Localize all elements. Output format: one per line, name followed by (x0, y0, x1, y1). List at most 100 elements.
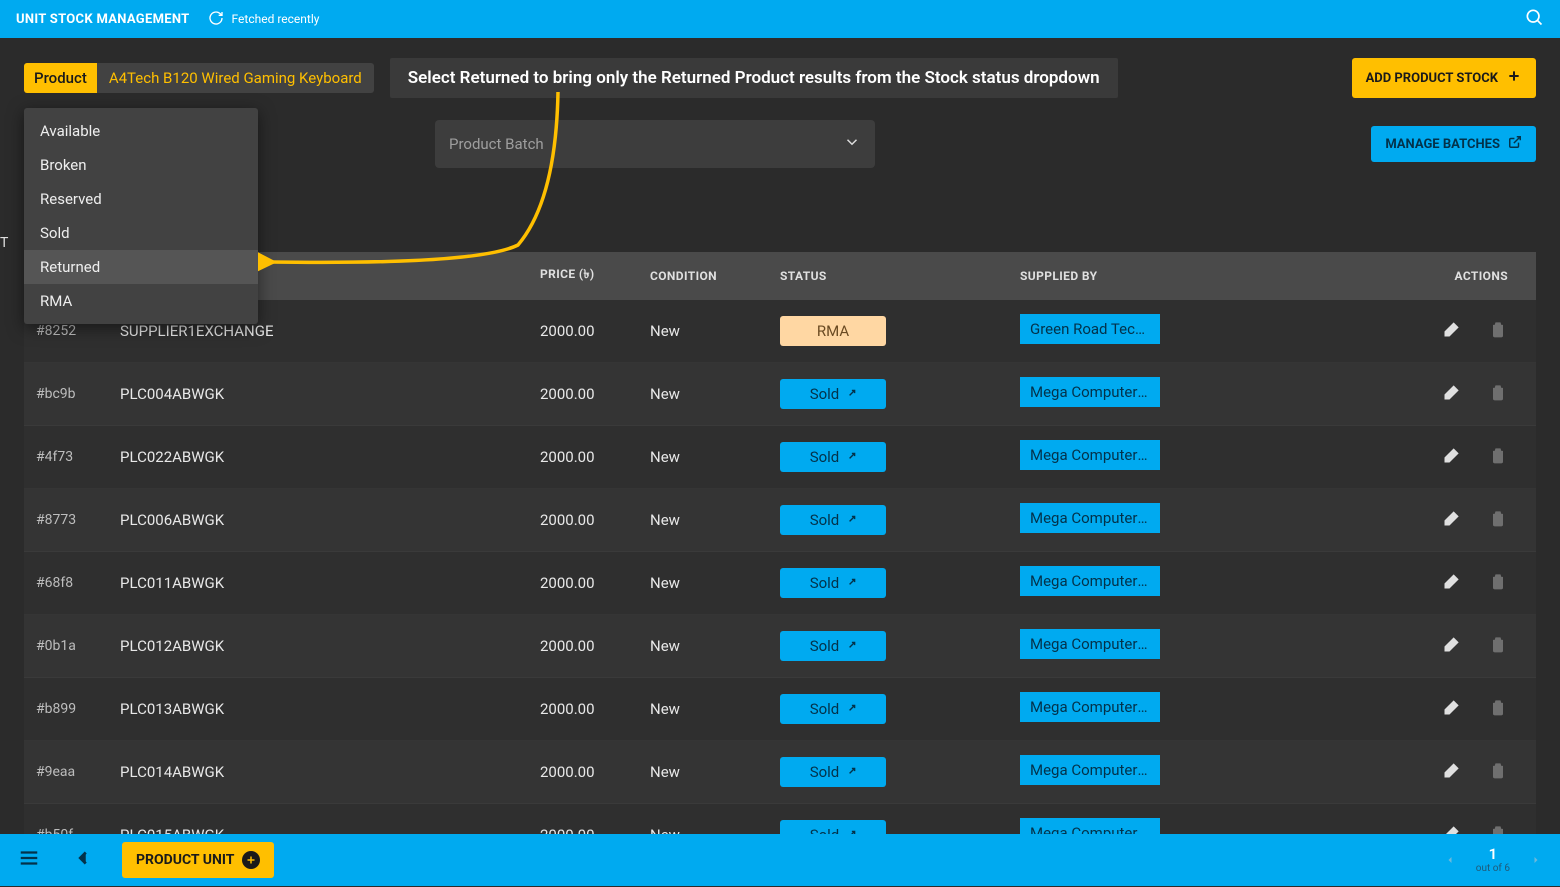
supplier-badge[interactable]: Mega Computer S... (1020, 440, 1160, 470)
edit-button[interactable] (1442, 571, 1462, 591)
status-option-sold[interactable]: Sold (24, 216, 258, 250)
pencil-icon (1442, 508, 1462, 528)
trash-icon (1488, 445, 1508, 465)
edit-button[interactable] (1442, 382, 1462, 402)
edit-button[interactable] (1442, 760, 1462, 780)
supplier-badge[interactable]: Mega Computer S... (1020, 629, 1160, 659)
delete-button[interactable] (1488, 634, 1508, 654)
delete-button[interactable] (1488, 571, 1508, 591)
supplier-badge[interactable]: Mega Computer S... (1020, 503, 1160, 533)
search-button[interactable] (1524, 7, 1544, 31)
edit-button[interactable] (1442, 697, 1462, 717)
search-icon (1524, 16, 1544, 31)
status-option-reserved[interactable]: Reserved (24, 182, 258, 216)
status-badge[interactable]: Sold (780, 442, 886, 472)
row-status: Sold (770, 615, 1010, 678)
row-actions (1290, 300, 1536, 363)
supplier-badge[interactable]: Green Road Tech... (1020, 314, 1160, 344)
supplier-badge[interactable]: Mega Computer S... (1020, 755, 1160, 785)
product-batch-select[interactable]: Product Batch (435, 120, 875, 168)
row-serial: PLC004ABWGK (110, 363, 510, 426)
delete-button[interactable] (1488, 697, 1508, 717)
product-chip-value: A4Tech B120 Wired Gaming Keyboard (97, 63, 374, 93)
status-badge[interactable]: Sold (780, 505, 886, 535)
topbar: UNIT STOCK MANAGEMENT Fetched recently (0, 0, 1560, 38)
status-badge[interactable]: Sold (780, 379, 886, 409)
row-supplier: Mega Computer S... (1010, 615, 1290, 678)
row-actions (1290, 678, 1536, 741)
delete-button[interactable] (1488, 760, 1508, 780)
bottombar: PRODUCT UNIT 1 out of 6 (0, 834, 1560, 886)
row-price: 2000.00 (510, 426, 640, 489)
page-indicator: 1 out of 6 (1476, 846, 1510, 874)
status-option-available[interactable]: Available (24, 114, 258, 148)
trash-icon (1488, 382, 1508, 402)
back-button[interactable] (72, 847, 94, 873)
row-price: 2000.00 (510, 552, 640, 615)
row-price: 2000.00 (510, 300, 640, 363)
stock-table: PRICE (৳) CONDITION STATUS SUPPLIED BY A… (24, 252, 1536, 867)
menu-button[interactable] (18, 847, 40, 873)
row-status: Sold (770, 552, 1010, 615)
row-serial: PLC006ABWGK (110, 489, 510, 552)
row-condition: New (640, 741, 770, 804)
delete-button[interactable] (1488, 319, 1508, 339)
page-next[interactable] (1530, 851, 1542, 870)
pencil-icon (1442, 319, 1462, 339)
pencil-icon (1442, 634, 1462, 654)
status-badge[interactable]: Sold (780, 631, 886, 661)
table-row: #8773 PLC006ABWGK 2000.00 New Sold Mega … (24, 489, 1536, 552)
product-unit-button[interactable]: PRODUCT UNIT (122, 842, 274, 878)
row-id: #bc9b (24, 363, 110, 426)
table-row: #b899 PLC013ABWGK 2000.00 New Sold Mega … (24, 678, 1536, 741)
row-actions (1290, 489, 1536, 552)
plus-circle-icon (242, 851, 260, 869)
page-prev[interactable] (1444, 851, 1456, 870)
table-row: #68f8 PLC011ABWGK 2000.00 New Sold Mega … (24, 552, 1536, 615)
delete-button[interactable] (1488, 445, 1508, 465)
delete-button[interactable] (1488, 382, 1508, 402)
edit-button[interactable] (1442, 445, 1462, 465)
page-total: out of 6 (1476, 863, 1510, 874)
delete-button[interactable] (1488, 508, 1508, 528)
supplier-badge[interactable]: Mega Computer S... (1020, 566, 1160, 596)
col-status: STATUS (770, 252, 1010, 300)
row-status: Sold (770, 678, 1010, 741)
refresh-status[interactable]: Fetched recently (208, 10, 320, 29)
supplier-badge[interactable]: Mega Computer S... (1020, 377, 1160, 407)
row-id: #9eaa (24, 741, 110, 804)
row-supplier: Green Road Tech... (1010, 300, 1290, 363)
truncated-text: T (0, 235, 8, 251)
status-badge[interactable]: Sold (780, 568, 886, 598)
pencil-icon (1442, 445, 1462, 465)
row-id: #8773 (24, 489, 110, 552)
external-link-icon (1508, 135, 1522, 153)
row-id: #b899 (24, 678, 110, 741)
status-option-returned[interactable]: Returned (24, 250, 258, 284)
row-price: 2000.00 (510, 741, 640, 804)
status-dropdown: AvailableBrokenReservedSoldReturnedRMA (24, 108, 258, 324)
row-condition: New (640, 489, 770, 552)
edit-button[interactable] (1442, 508, 1462, 528)
supplier-badge[interactable]: Mega Computer S... (1020, 692, 1160, 722)
status-badge[interactable]: Sold (780, 694, 886, 724)
col-condition: CONDITION (640, 252, 770, 300)
status-badge[interactable]: Sold (780, 757, 886, 787)
trash-icon (1488, 634, 1508, 654)
row-serial: PLC022ABWGK (110, 426, 510, 489)
row-actions (1290, 426, 1536, 489)
trash-icon (1488, 508, 1508, 528)
manage-batches-button[interactable]: MANAGE BATCHES (1371, 126, 1536, 162)
pencil-icon (1442, 760, 1462, 780)
edit-button[interactable] (1442, 319, 1462, 339)
status-option-rma[interactable]: RMA (24, 284, 258, 318)
pencil-icon (1442, 697, 1462, 717)
status-option-broken[interactable]: Broken (24, 148, 258, 182)
add-product-stock-button[interactable]: ADD PRODUCT STOCK (1352, 58, 1536, 98)
chevron-left-icon (72, 854, 94, 873)
row-actions (1290, 552, 1536, 615)
edit-button[interactable] (1442, 634, 1462, 654)
plus-icon (1506, 68, 1522, 88)
row-price: 2000.00 (510, 363, 640, 426)
trash-icon (1488, 571, 1508, 591)
